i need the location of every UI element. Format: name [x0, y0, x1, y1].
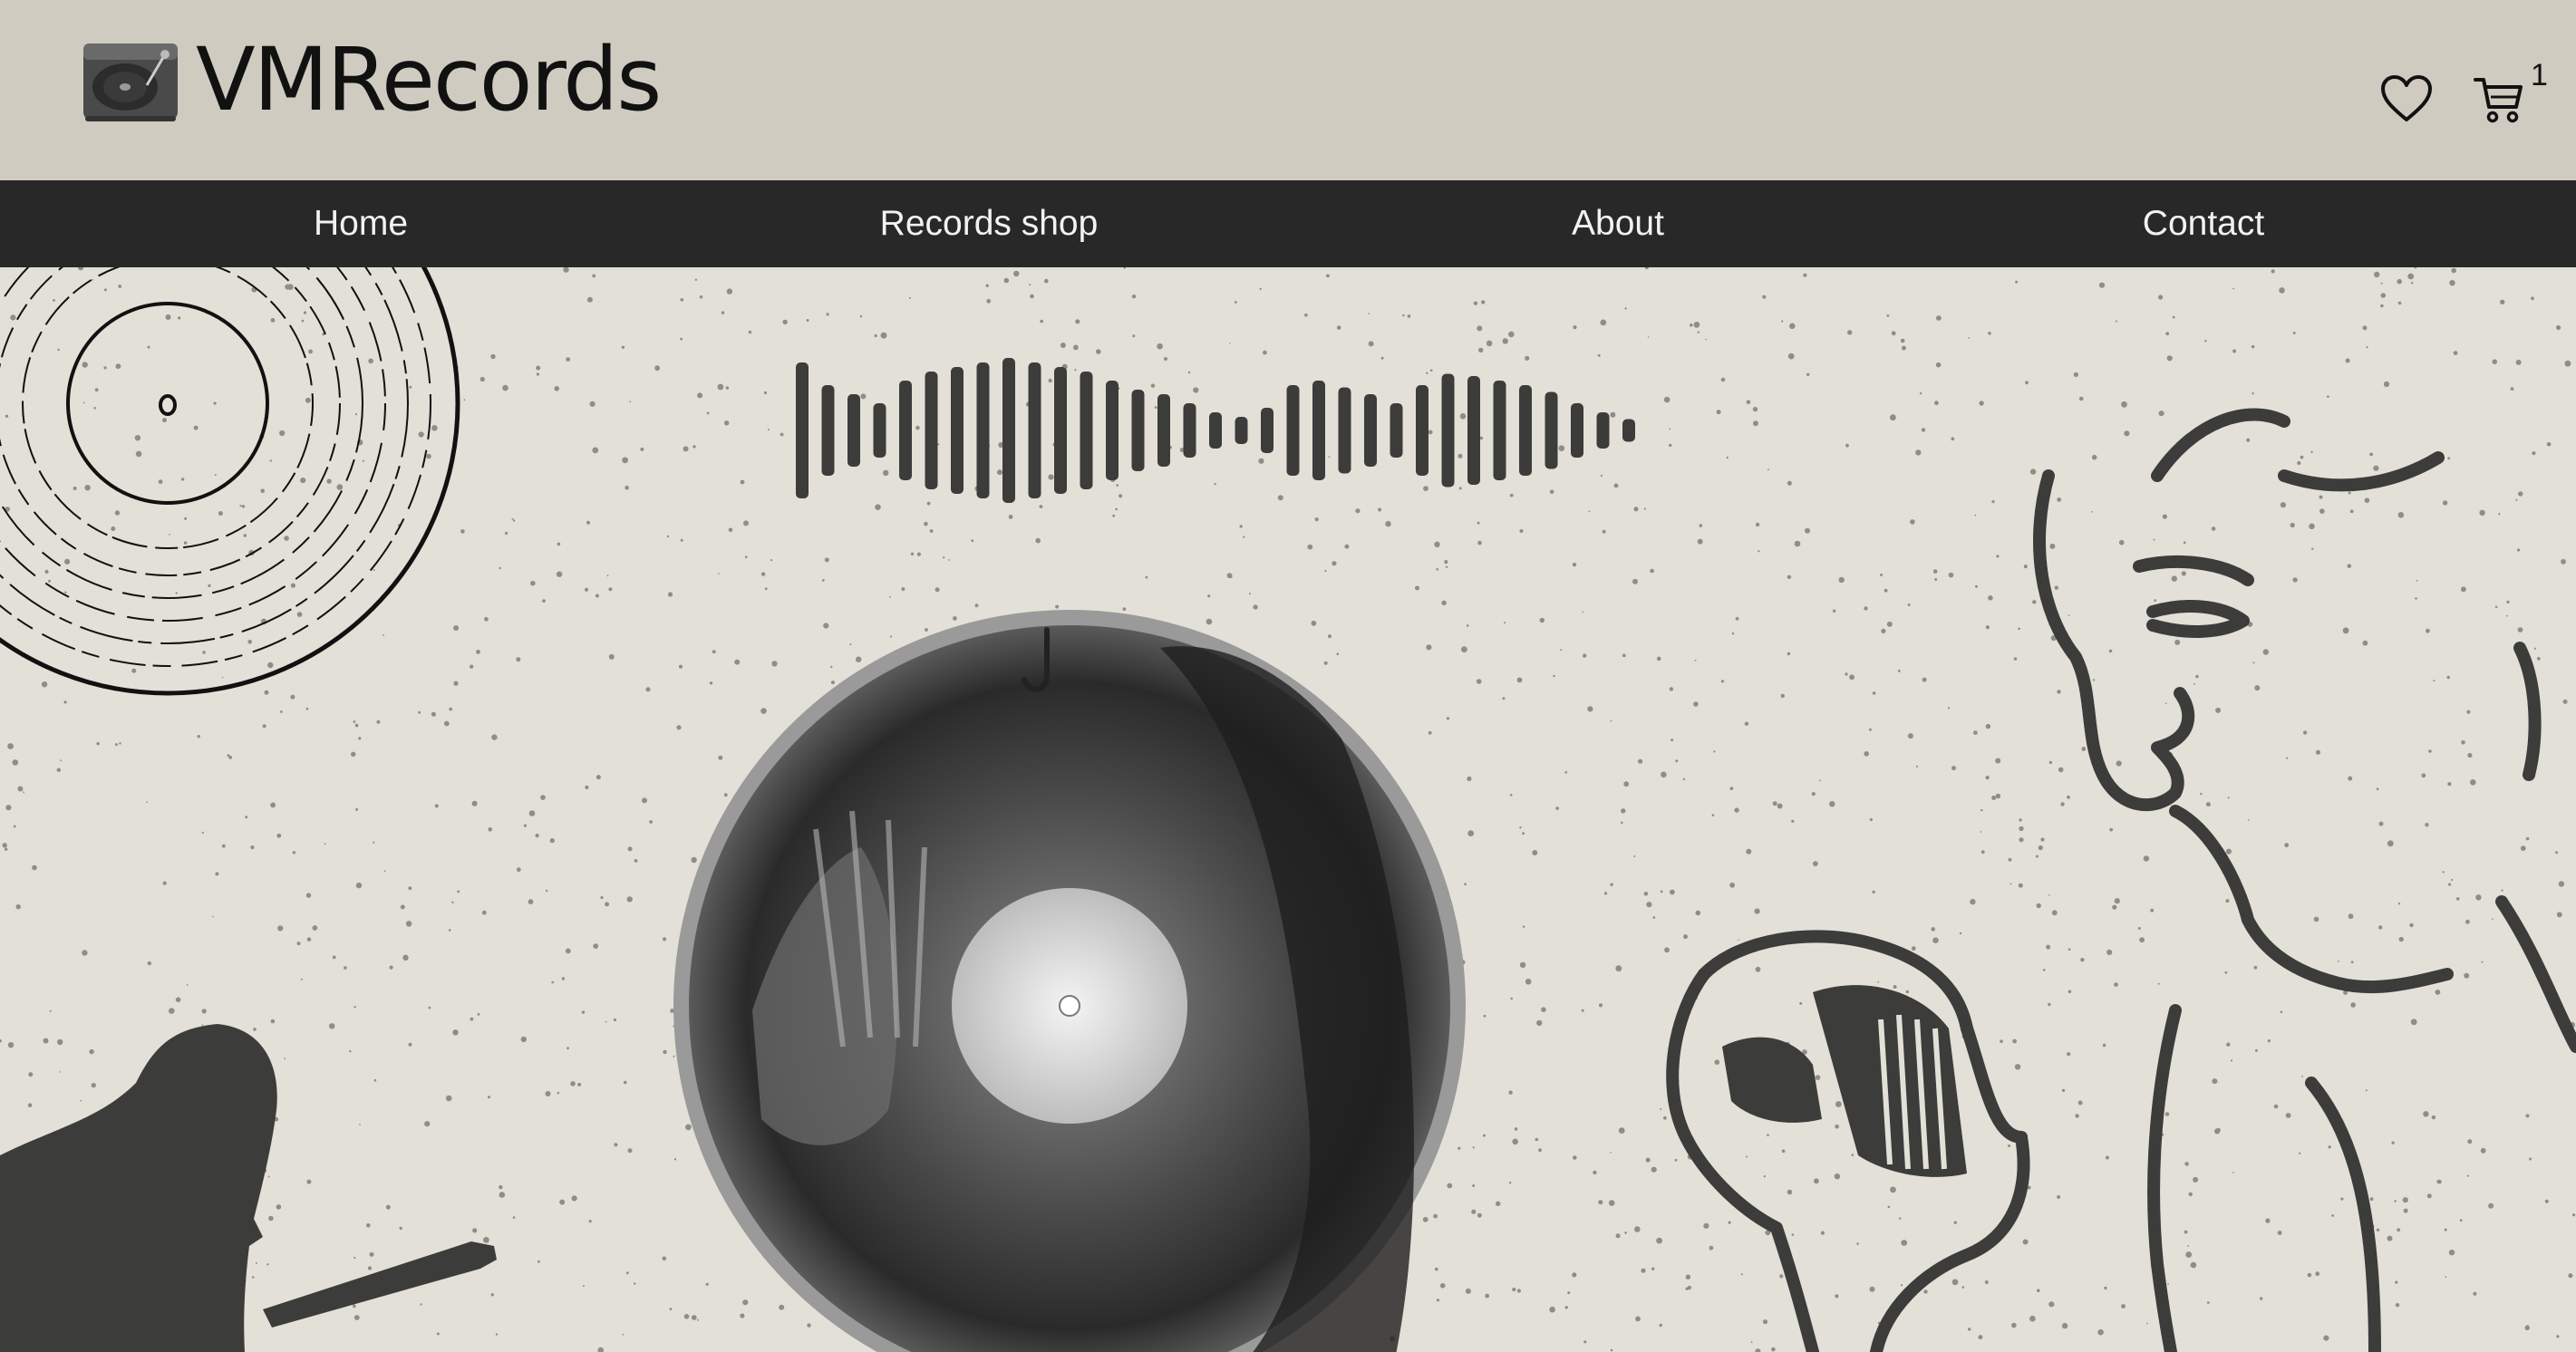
brand-name: VMRecords	[196, 29, 662, 130]
cart-button[interactable]: 1	[2473, 58, 2548, 125]
sound-wave-bar	[951, 367, 964, 494]
nav-item-home[interactable]: Home	[314, 180, 408, 267]
nav-item-records-shop[interactable]: Records shop	[880, 180, 1099, 267]
sound-wave-bar	[1235, 417, 1248, 444]
sound-wave-bar	[1261, 408, 1273, 453]
sound-wave-bar	[1312, 381, 1325, 480]
sound-wave-bar	[1338, 387, 1351, 474]
hero-artwork	[0, 267, 2576, 1352]
turntable-icon	[83, 43, 178, 121]
sound-wave-bar	[1080, 372, 1093, 489]
sound-wave-bar	[1622, 419, 1635, 442]
hero-banner	[0, 267, 2576, 1352]
site-header: VMRecords 1	[0, 0, 2576, 180]
sound-wave-bar	[796, 362, 809, 498]
sound-wave-bar	[1209, 412, 1222, 449]
cart-icon	[2474, 78, 2523, 123]
sound-wave-bar	[1054, 367, 1067, 494]
sound-wave-bar	[1545, 391, 1558, 469]
sound-wave-bar	[1571, 403, 1583, 458]
sound-wave-bar	[1390, 403, 1403, 458]
sound-wave-bar	[1493, 381, 1506, 480]
nav-item-contact[interactable]: Contact	[2143, 180, 2264, 267]
sound-wave-bar	[1441, 373, 1455, 488]
sound-wave-bar	[1106, 381, 1119, 480]
sound-wave-bar	[1286, 385, 1300, 476]
sound-wave-bar	[1596, 412, 1610, 449]
sound-wave-bar	[873, 403, 886, 458]
sound-wave-bar	[1002, 358, 1015, 503]
sound-wave-bar	[925, 372, 938, 489]
sound-wave-bar	[899, 381, 912, 480]
xray-vinyl-record	[673, 610, 1466, 1352]
sound-wave-bar	[1519, 385, 1532, 476]
microphone-grille	[1722, 985, 1967, 1177]
sound-wave-bar	[1416, 385, 1428, 476]
brand-logo[interactable]: VMRecords	[80, 29, 662, 130]
heart-icon[interactable]	[2380, 74, 2433, 123]
sound-wave-bar	[1028, 362, 1041, 498]
sound-wave-bar	[1131, 390, 1145, 471]
guitarist-silhouette	[0, 1024, 497, 1352]
header-actions: 1	[2380, 58, 2548, 125]
sound-wave-bar	[976, 362, 990, 498]
sound-wave-bar	[1467, 376, 1480, 485]
nav-item-about[interactable]: About	[1572, 180, 1664, 267]
sound-wave-bar	[1364, 394, 1377, 467]
sound-wave-bar	[847, 394, 860, 467]
vinyl-record-sketch	[0, 267, 460, 696]
singer-with-microphone-sketch	[1666, 408, 2576, 1352]
sound-wave-bar	[821, 385, 835, 476]
cart-count-badge: 1	[2531, 58, 2548, 92]
sound-wave	[796, 358, 1635, 503]
sound-wave-bar	[1183, 403, 1196, 458]
main-nav: Home Records shop About Contact	[0, 180, 2576, 267]
sound-wave-bar	[1157, 394, 1170, 467]
